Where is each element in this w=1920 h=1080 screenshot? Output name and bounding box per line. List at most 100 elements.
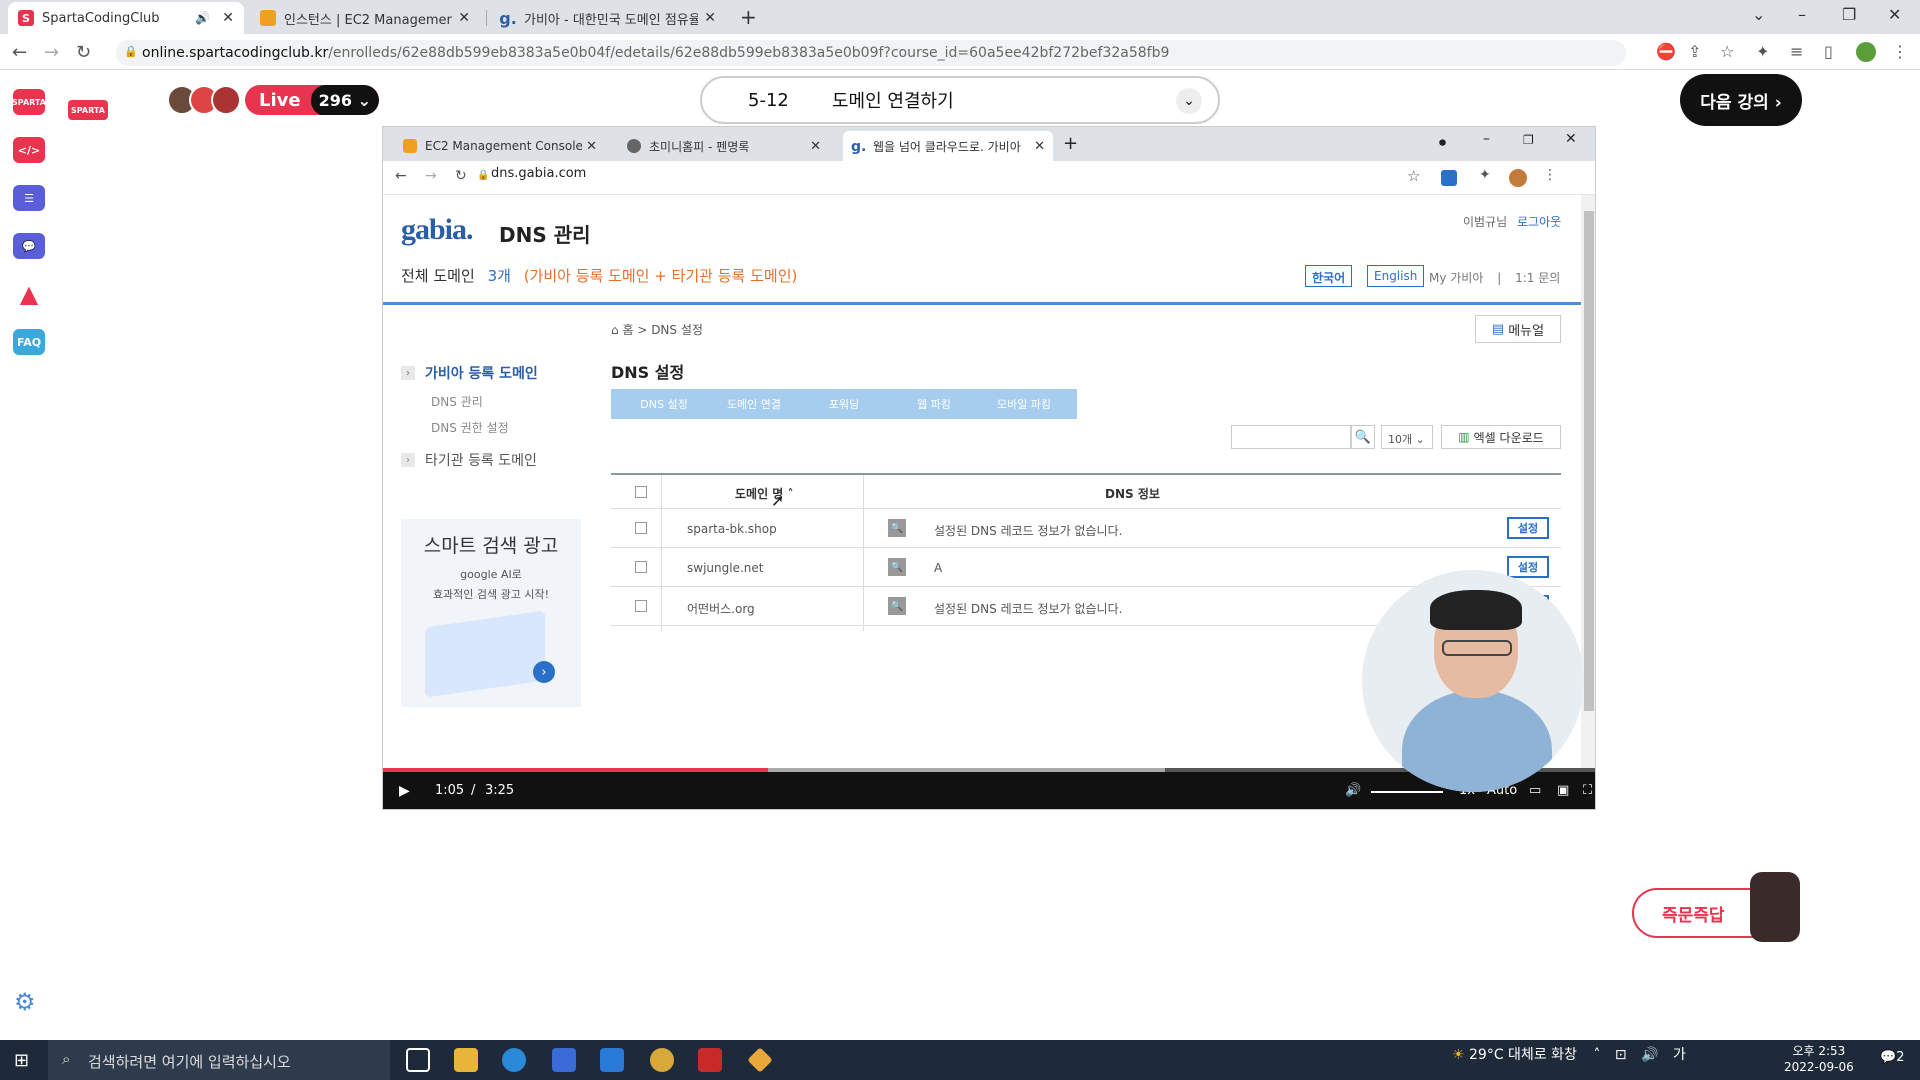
domain-name: 어떤버스.org [687, 602, 755, 616]
settings-gear-icon[interactable]: ⚙ [14, 988, 36, 1016]
faq-icon[interactable]: FAQ [13, 329, 45, 355]
system-tray: ☀ 29°C 대체로 화창 ˄ ⊡ 🔊 가 [1452, 1044, 1686, 1064]
globe-icon [627, 139, 641, 153]
gabia-logo: gabia. [401, 213, 474, 246]
bookmark-star-icon[interactable]: ☆ [1720, 42, 1734, 61]
mail-icon[interactable] [600, 1048, 624, 1072]
network-icon[interactable]: ⊡ [1615, 1047, 1627, 1063]
set-button: 설정 [1507, 556, 1549, 578]
domain-count: 3개 [487, 267, 511, 285]
store-icon[interactable] [552, 1048, 576, 1072]
taskbar-search[interactable]: ⌕ 검색하려면 여기에 입력하십시오 [48, 1040, 390, 1080]
close-tab-icon[interactable]: ✕ [704, 10, 716, 26]
tab-gabia[interactable]: g. 가비아 - 대한민국 도메인 점유율 ✕ [490, 2, 726, 34]
play-icon[interactable]: ▶ [399, 783, 410, 799]
lang-english-button: English [1367, 265, 1425, 287]
new-tab-icon[interactable]: + [740, 5, 757, 29]
tray-chevron-icon[interactable]: ˄ [1593, 1047, 1600, 1063]
video-browser-tab-bar: EC2 Management Console ✕ 초미니홈피 - 펜명록 ✕ g… [383, 127, 1595, 161]
code-icon[interactable]: </> [13, 137, 45, 163]
pip-icon[interactable]: ▣ [1557, 783, 1569, 798]
instructor-webcam [1362, 570, 1584, 792]
domain-name: sparta-bk.shop [687, 522, 777, 536]
next-lecture-button[interactable]: 다음 강의 › [1680, 74, 1802, 126]
profile-avatar-icon[interactable] [1856, 42, 1876, 62]
all-domains-label: 전체 도메인 [401, 267, 475, 285]
reading-list-icon[interactable]: ≡ [1790, 42, 1803, 61]
time-separator: / [471, 783, 476, 798]
lock-icon: 🔒 [477, 170, 490, 181]
minimize-icon: – [1483, 131, 1490, 147]
gabia-favicon-icon: g. [851, 139, 867, 155]
warning-icon[interactable]: ▲ [13, 280, 45, 308]
sparta-badge-icon: SPARTA [68, 100, 108, 120]
taskbar-clock[interactable]: 오후 2:53 2022-09-06 [1784, 1043, 1854, 1075]
url-path: /enrolleds/62e88db599eb8383a5e0b04f/edet… [328, 45, 1170, 61]
inquiry-link: 1:1 문의 [1515, 271, 1561, 285]
puzzle-icon[interactable]: ✦ [1756, 42, 1769, 61]
lecture-selector[interactable]: 5-12 도메인 연결하기 ⌄ [700, 76, 1220, 124]
speaker-icon[interactable]: 🔊 [195, 11, 210, 25]
back-icon[interactable]: ← [12, 42, 27, 63]
ime-icon[interactable]: 가 [1673, 1047, 1686, 1063]
video-tab: EC2 Management Console ✕ [395, 131, 605, 161]
chrome-icon[interactable] [650, 1048, 674, 1072]
fullscreen-icon[interactable]: ⛶ [1583, 783, 1592, 798]
volume-icon[interactable]: 🔊 [1641, 1047, 1658, 1063]
volume-icon[interactable]: 🔊 [1345, 783, 1361, 798]
home-icon: ⌂ [611, 323, 619, 337]
filezilla-icon[interactable] [698, 1048, 722, 1072]
reload-icon[interactable]: ↻ [76, 42, 91, 63]
chat-icon[interactable]: 💬 [13, 233, 45, 259]
maximize-icon[interactable]: ❐ [1842, 5, 1856, 24]
forward-icon: → [425, 168, 437, 184]
windows-start-icon[interactable]: ⊞ [14, 1050, 29, 1071]
top-links: My 가비아 | 1:1 문의 [1429, 269, 1560, 286]
chevron-right-icon: › [401, 366, 415, 380]
search-icon: 🔍 [888, 558, 906, 576]
profile-avatar-icon [1509, 169, 1527, 187]
sparta-logo-icon[interactable]: SPARTA [12, 89, 46, 115]
notes-icon[interactable]: ☰ [13, 185, 45, 211]
url-field[interactable]: 🔒 online.spartacodingclub.kr/enrolleds/6… [116, 40, 1626, 66]
close-icon: ✕ [586, 138, 597, 154]
close-tab-icon[interactable]: ✕ [458, 10, 470, 26]
close-window-icon[interactable]: ✕ [1888, 5, 1901, 24]
video-tab-title: 웹을 넘어 클라우드로. 가비아 [873, 139, 1021, 154]
chevron-down-icon[interactable]: ⌄ [1176, 88, 1202, 114]
live-button[interactable]: Live 296 ⌄ [245, 85, 379, 115]
tab-sparta[interactable]: S SpartaCodingClub 🔊 ✕ [8, 2, 244, 34]
search-icon: 🔍 [1351, 425, 1375, 449]
side-navigation: › 가비아 등록 도메인 DNS 관리 DNS 권한 설정 › 타기관 등록 도… [401, 363, 571, 480]
task-view-icon[interactable] [406, 1048, 430, 1072]
file-explorer-icon[interactable] [454, 1048, 478, 1072]
close-icon: ✕ [810, 138, 821, 154]
link-separator: | [1497, 271, 1502, 285]
windows-taskbar: ⊞ ⌕ 검색하려면 여기에 입력하십시오 ☀ 29°C 대체로 화창 ˄ ⊡ 🔊… [0, 1040, 1920, 1080]
nav-gabia-domains: › 가비아 등록 도메인 [401, 363, 571, 383]
notification-count: 2 [1896, 1050, 1905, 1065]
row-checkbox [635, 600, 647, 612]
table-header: 도메인 명 ˄ DNS 정보 [611, 475, 1561, 509]
ad-line2: 효과적인 검색 광고 시작! [432, 588, 550, 601]
all-domains-summary: 전체 도메인 3개 (가비아 등록 도메인 + 타기관 등록 도메인) [401, 265, 797, 286]
forward-icon[interactable]: → [44, 42, 59, 63]
close-tab-icon[interactable]: ✕ [222, 10, 234, 26]
table-row: sparta-bk.shop 🔍 설정된 DNS 레코드 정보가 없습니다. 설… [611, 509, 1561, 548]
left-icon-rail: SPARTA </> ☰ 💬 ▲ FAQ [0, 71, 56, 1041]
col-domain-header: 도메인 명 ˄ [735, 487, 794, 501]
tab-ec2[interactable]: 인스턴스 | EC2 Management Co ✕ [250, 2, 480, 34]
domain-name: swjungle.net [687, 561, 764, 575]
notification-icon[interactable]: 💬2 [1880, 1050, 1904, 1065]
live-viewers[interactable]: Live 296 ⌄ [167, 84, 379, 116]
extension-icon[interactable]: ⛔ [1656, 42, 1676, 61]
minimize-icon[interactable]: – [1798, 5, 1806, 24]
mascot-icon [1750, 872, 1800, 942]
side-panel-icon[interactable]: ▯ [1824, 42, 1833, 61]
menu-kebab-icon[interactable]: ⋮ [1892, 42, 1908, 61]
share-icon[interactable]: ⇪ [1688, 42, 1701, 61]
tab-search-icon[interactable]: ⌄ [1752, 5, 1765, 24]
tab-title: SpartaCodingClub [42, 10, 160, 26]
git-icon[interactable] [747, 1047, 773, 1073]
edge-icon[interactable] [502, 1048, 526, 1072]
